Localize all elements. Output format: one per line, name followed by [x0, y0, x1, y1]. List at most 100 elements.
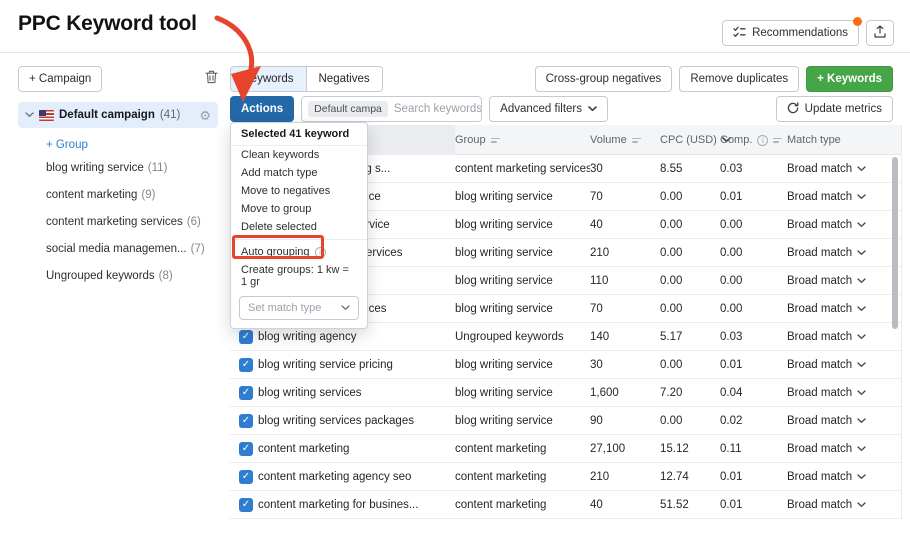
comp-cell: 0.00	[720, 275, 787, 287]
header-volume[interactable]: Volume	[590, 134, 660, 146]
advanced-filters-button[interactable]: Advanced filters	[489, 96, 608, 122]
row-checkbox[interactable]: ✓	[230, 498, 258, 512]
match-type-select[interactable]: Broad match	[787, 359, 901, 371]
volume-cell: 110	[590, 275, 660, 287]
match-type-select[interactable]: Broad match	[787, 331, 901, 343]
table-row: ✓content marketing agency seocontent mar…	[230, 463, 901, 491]
header-cpc[interactable]: CPC (USD)	[660, 134, 720, 146]
group-count: (11)	[148, 162, 168, 174]
table-row: ✓ blog writing servicesblog writing servi…	[230, 379, 901, 407]
remove-duplicates-button[interactable]: Remove duplicates	[679, 66, 799, 92]
header-group[interactable]: Group	[455, 134, 590, 146]
group-cell: content marketing	[455, 499, 590, 511]
match-type-select[interactable]: Broad match	[787, 219, 901, 231]
cpc-cell: 5.17	[660, 331, 720, 343]
comp-cell: 0.11	[720, 443, 787, 455]
volume-cell: 140	[590, 331, 660, 343]
menu-item[interactable]: Move to negatives	[231, 182, 367, 200]
volume-cell: 40	[590, 219, 660, 231]
search-input[interactable]: Default campa Search keywords	[301, 96, 482, 122]
recommendations-button[interactable]: Recommendations	[722, 20, 859, 46]
ppc-keyword-tool-page: PPC Keyword tool Recommendations + Campa…	[0, 0, 910, 537]
campaign-count: (41)	[160, 109, 180, 121]
cpc-cell: 0.00	[660, 219, 720, 231]
header-match-type: Match type	[787, 134, 901, 146]
menu-item[interactable]: Add match type	[231, 164, 367, 182]
keyword-cell[interactable]: blog writing services	[258, 387, 455, 399]
sidebar-item-default-campaign[interactable]: Default campaign (41) ⚙	[18, 102, 218, 128]
update-metrics-button[interactable]: Update metrics	[776, 96, 893, 122]
row-checkbox[interactable]: ✓	[230, 442, 258, 456]
table-row: ✓content marketing for busines...content…	[230, 491, 901, 519]
menu-item[interactable]: Move to group	[231, 200, 367, 218]
group-cell: blog writing service	[455, 275, 590, 287]
keyword-cell[interactable]: content marketing	[258, 443, 455, 455]
volume-cell: 210	[590, 247, 660, 259]
gear-icon[interactable]: ⚙	[199, 109, 211, 122]
match-type-select[interactable]: Broad match	[787, 247, 901, 259]
cpc-cell: 12.74	[660, 471, 720, 483]
cross-group-negatives-button[interactable]: Cross-group negatives	[535, 66, 673, 92]
add-group-link[interactable]: + Group	[46, 139, 218, 151]
match-type-select[interactable]: Broad match	[787, 275, 901, 287]
keyword-cell[interactable]: content marketing agency seo	[258, 471, 455, 483]
info-icon: i	[315, 247, 326, 258]
sort-icon[interactable]	[491, 138, 500, 143]
keyword-cell[interactable]: content marketing for busines...	[258, 499, 455, 511]
checkbox-check-icon: ✓	[239, 386, 253, 400]
add-campaign-button[interactable]: + Campaign	[18, 66, 102, 92]
menu-item-create-groups[interactable]: Create groups: 1 kw = 1 gr	[231, 261, 367, 291]
comp-cell: 0.00	[720, 247, 787, 259]
sidebar-group-item[interactable]: Ungrouped keywords(8)	[18, 262, 218, 289]
info-icon[interactable]: i	[757, 135, 768, 146]
row-checkbox[interactable]: ✓	[230, 470, 258, 484]
row-checkbox[interactable]: ✓	[230, 330, 258, 344]
row-checkbox[interactable]: ✓	[230, 386, 258, 400]
actions-button[interactable]: Actions	[230, 96, 294, 122]
group-count: (9)	[141, 189, 155, 201]
sidebar-group-item[interactable]: blog writing service(11)	[18, 154, 218, 181]
sort-icon[interactable]	[632, 138, 641, 143]
sidebar-group-item[interactable]: social media managemen...(7)	[18, 235, 218, 262]
match-type-select[interactable]: Broad match	[787, 471, 901, 483]
row-checkbox[interactable]: ✓	[230, 358, 258, 372]
match-type-select[interactable]: Broad match	[787, 499, 901, 511]
trash-icon[interactable]	[205, 70, 218, 89]
page-title: PPC Keyword tool	[18, 12, 197, 36]
group-cell: content marketing	[455, 471, 590, 483]
menu-item[interactable]: Delete selected	[231, 218, 367, 236]
set-match-type-select[interactable]: Set match type	[239, 296, 359, 320]
header-divider	[0, 52, 910, 53]
match-type-select[interactable]: Broad match	[787, 387, 901, 399]
sort-icon[interactable]	[773, 138, 782, 143]
export-button[interactable]	[866, 20, 894, 46]
menu-separator	[231, 239, 367, 240]
menu-item[interactable]: Clean keywords	[231, 146, 367, 164]
tab-negatives[interactable]: Negatives	[307, 66, 383, 92]
advanced-filters-label: Advanced filters	[500, 103, 582, 115]
group-cell: Ungrouped keywords	[455, 331, 590, 343]
sidebar-group-item[interactable]: content marketing services(6)	[18, 208, 218, 235]
row-checkbox[interactable]: ✓	[230, 414, 258, 428]
sidebar-group-item[interactable]: content marketing(9)	[18, 181, 218, 208]
campaign-filter-chip[interactable]: Default campa	[308, 101, 388, 117]
match-type-select[interactable]: Broad match	[787, 443, 901, 455]
match-type-select[interactable]: Broad match	[787, 303, 901, 315]
match-type-select[interactable]: Broad match	[787, 415, 901, 427]
header-comp[interactable]: Comp. i	[720, 134, 787, 146]
export-icon	[874, 25, 886, 41]
tab-keywords[interactable]: Keywords	[230, 66, 307, 92]
match-type-select[interactable]: Broad match	[787, 191, 901, 203]
match-type-select[interactable]: Broad match	[787, 163, 901, 175]
keyword-cell[interactable]: blog writing service pricing	[258, 359, 455, 371]
keyword-cell[interactable]: blog writing agency	[258, 331, 455, 343]
actions-dropdown-menu: Selected 41 keyword Clean keywordsAdd ma…	[230, 122, 368, 329]
add-keywords-button[interactable]: + Keywords	[806, 66, 893, 92]
chevron-down-icon[interactable]	[25, 109, 34, 121]
group-cell: content marketing services	[455, 163, 590, 175]
vertical-scrollbar[interactable]	[892, 157, 898, 329]
keyword-cell[interactable]: blog writing services packages	[258, 415, 455, 427]
chevron-down-icon	[588, 103, 597, 115]
menu-item-auto-grouping[interactable]: Auto grouping i	[231, 243, 367, 261]
group-cell: blog writing service	[455, 387, 590, 399]
